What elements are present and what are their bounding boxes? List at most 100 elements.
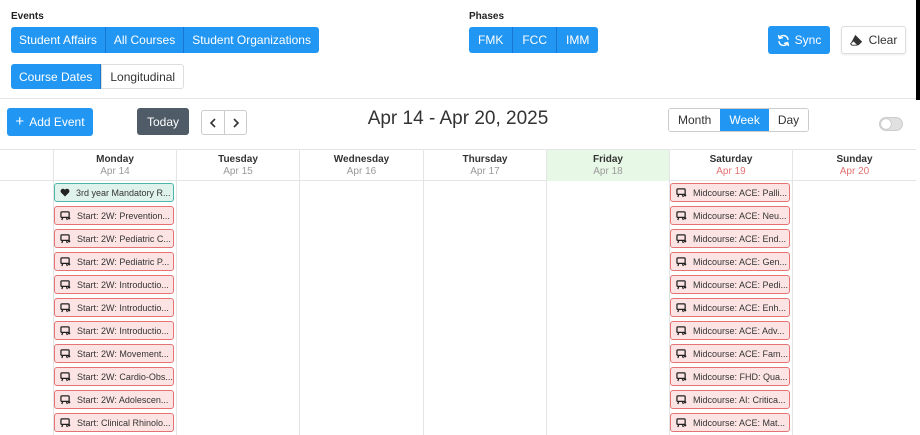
lectern-icon [676, 348, 687, 359]
sync-icon [777, 34, 789, 46]
calendar-event[interactable]: Midcourse: ACE: Fam... [670, 344, 790, 363]
toggle-knob [881, 119, 891, 129]
calendar-event[interactable]: Midcourse: ACE: Palli... [670, 183, 790, 202]
event-title: Midcourse: ACE: Adv... [693, 325, 785, 336]
lectern-icon [676, 256, 687, 267]
day-header-saturday: Saturday Apr 19 [669, 150, 792, 181]
day-date: Apr 19 [716, 166, 746, 177]
phases-section-label: Phases [469, 11, 505, 22]
event-title: Midcourse: ACE: Enh... [693, 302, 787, 313]
day-name: Sunday [836, 154, 873, 165]
phase-fcc-button[interactable]: FCC [513, 27, 558, 53]
calendar-event[interactable]: Start: 2W: Introductio... [54, 321, 174, 340]
phase-fmk-button[interactable]: FMK [469, 27, 514, 53]
toolbar-divider [0, 98, 916, 99]
day-date: Apr 18 [593, 166, 623, 177]
calendar-event[interactable]: Midcourse: ACE: Mat... [670, 413, 790, 432]
calendar-event[interactable]: Midcourse: ACE: Enh... [670, 298, 790, 317]
column-divider [176, 181, 177, 435]
events-section-label: Events [11, 11, 44, 22]
calendar-event[interactable]: Start: 2W: Introductio... [54, 298, 174, 317]
lectern-icon [60, 394, 71, 405]
longitudinal-button[interactable]: Longitudinal [101, 64, 185, 89]
event-title: Midcourse: AI: Critica... [693, 394, 786, 405]
filter-all-courses-button[interactable]: All Courses [105, 27, 185, 53]
sync-button[interactable]: Sync [768, 26, 830, 54]
event-title: Midcourse: ACE: Pedi... [693, 279, 789, 290]
day-name: Saturday [709, 154, 753, 165]
next-week-button[interactable] [224, 110, 247, 135]
event-title: Start: Clinical Rhinolo... [77, 417, 171, 428]
view-switcher: Month Week Day [668, 108, 810, 132]
day-header-tuesday: Tuesday Apr 15 [176, 150, 299, 181]
day-date: Apr 20 [839, 166, 870, 177]
calendar-event[interactable]: Midcourse: ACE: Gen... [670, 252, 790, 271]
add-event-button[interactable]: + Add Event [7, 108, 93, 136]
filter-student-organizations-button[interactable]: Student Organizations [184, 27, 319, 53]
clear-button-label: Clear [868, 33, 898, 47]
lectern-icon [60, 233, 71, 244]
date-mode-group: Course Dates Longitudinal [11, 64, 185, 89]
event-title: Start: 2W: Pediatric P... [77, 256, 170, 267]
chevron-right-icon [232, 117, 239, 128]
event-title: Midcourse: ACE: Gen... [693, 256, 788, 267]
calendar-event[interactable]: Midcourse: AI: Critica... [670, 390, 790, 409]
day-header-wednesday: Wednesday Apr 16 [299, 150, 423, 181]
today-button[interactable]: Today [137, 108, 189, 135]
display-toggle[interactable] [879, 117, 903, 131]
calendar-event[interactable]: Midcourse: ACE: Adv... [670, 321, 790, 340]
calendar-event[interactable]: Start: 2W: Pediatric C... [54, 229, 174, 248]
clear-button[interactable]: Clear [841, 26, 906, 54]
column-divider [792, 181, 793, 435]
event-title: Start: 2W: Movement... [77, 348, 169, 359]
view-week-button[interactable]: Week [720, 109, 769, 131]
calendar-event[interactable]: Midcourse: FHD: Qua... [670, 367, 790, 386]
calendar-event[interactable]: 3rd year Mandatory R... [54, 183, 174, 202]
lectern-icon [60, 417, 71, 428]
view-day-button[interactable]: Day [768, 109, 809, 131]
day-header-sunday: Sunday Apr 20 [792, 150, 916, 181]
day-name: Friday [592, 154, 623, 165]
lectern-icon [676, 302, 687, 313]
date-navigation [201, 110, 247, 135]
filter-student-affairs-button[interactable]: Student Affairs [11, 27, 106, 53]
calendar-event[interactable]: Start: 2W: Introductio... [54, 275, 174, 294]
previous-week-button[interactable] [201, 110, 224, 135]
day-header-monday: Monday Apr 14 [53, 150, 176, 181]
course-dates-button[interactable]: Course Dates [11, 64, 102, 89]
event-title: Midcourse: ACE: Neu... [693, 210, 787, 221]
phase-imm-button[interactable]: IMM [557, 27, 599, 53]
day-date: Apr 16 [346, 166, 377, 177]
calendar-event[interactable]: Start: 2W: Movement... [54, 344, 174, 363]
lectern-icon [60, 371, 71, 382]
column-divider [546, 181, 547, 435]
lectern-icon [676, 233, 687, 244]
calendar-event[interactable]: Start: Clinical Rhinolo... [54, 413, 174, 432]
event-title: Start: 2W: Introductio... [77, 325, 169, 336]
calendar-event[interactable]: Midcourse: ACE: Neu... [670, 206, 790, 225]
calendar-event[interactable]: Start: 2W: Adolescen... [54, 390, 174, 409]
calendar-event[interactable]: Midcourse: ACE: End... [670, 229, 790, 248]
plus-icon: + [15, 113, 25, 130]
event-title: Midcourse: ACE: Fam... [693, 348, 789, 359]
view-month-button[interactable]: Month [669, 109, 721, 131]
week-calendar: Monday Apr 14 Tuesday Apr 15 Wednesday A… [0, 149, 916, 435]
lectern-icon [676, 325, 687, 336]
event-title: Start: 2W: Adolescen... [77, 394, 169, 405]
page-scrollbar[interactable] [916, 0, 920, 100]
lectern-icon [676, 394, 687, 405]
calendar-event[interactable]: Midcourse: ACE: Pedi... [670, 275, 790, 294]
calendar-event[interactable]: Start: 2W: Prevention... [54, 206, 174, 225]
lectern-icon [676, 187, 687, 198]
day-name: Thursday [462, 154, 508, 165]
day-name: Monday [96, 154, 134, 165]
lectern-icon [60, 256, 71, 267]
calendar-header: Monday Apr 14 Tuesday Apr 15 Wednesday A… [0, 150, 916, 181]
calendar-event[interactable]: Start: 2W: Pediatric P... [54, 252, 174, 271]
event-title: Start: 2W: Introductio... [77, 302, 169, 313]
eraser-icon [849, 34, 862, 46]
chevron-left-icon [209, 117, 216, 128]
calendar-event[interactable]: Start: 2W: Cardio-Obs... [54, 367, 174, 386]
column-divider [299, 181, 300, 435]
event-title: Start: 2W: Prevention... [77, 210, 170, 221]
